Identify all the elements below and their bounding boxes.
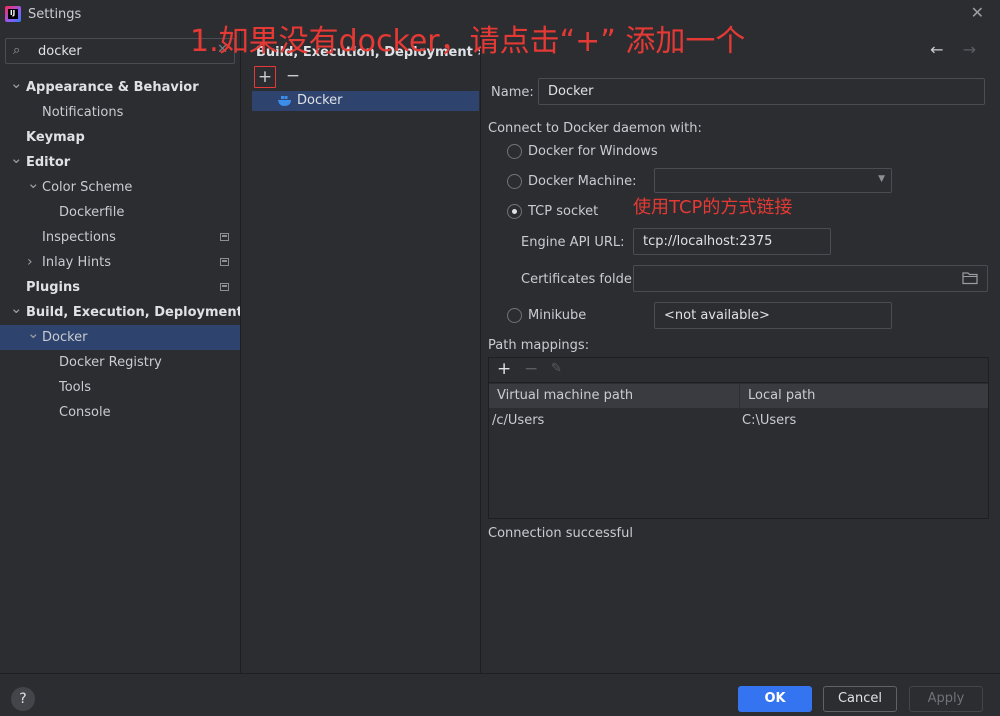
tree-node-label: Plugins	[26, 280, 80, 295]
chevron-down-icon[interactable]: ⌄	[10, 296, 23, 321]
tree-node-label: Inlay Hints	[42, 255, 111, 270]
chevron-down-icon[interactable]: ⌄	[27, 171, 40, 196]
tree-node[interactable]: Plugins	[0, 275, 240, 300]
project-scope-icon	[220, 258, 229, 266]
add-mapping-button[interactable]: +	[497, 359, 511, 379]
path-mappings-toolbar: + − ✎	[489, 358, 988, 383]
path-mappings-table: + − ✎ Virtual machine path Local path /c…	[488, 357, 989, 519]
window-title: Settings	[28, 7, 82, 22]
engine-api-label: Engine API URL:	[521, 235, 625, 250]
close-icon[interactable]: ✕	[971, 3, 984, 22]
chevron-down-icon[interactable]: ⌄	[10, 146, 23, 171]
radio-label-minikube: Minikube	[528, 308, 587, 323]
search-icon: ⌕	[13, 43, 21, 58]
tree-node[interactable]: › Inlay Hints	[0, 250, 240, 275]
path-mappings-label: Path mappings:	[488, 338, 590, 353]
tree-node-label: Dockerfile	[59, 205, 125, 220]
radio-label-machine: Docker Machine:	[528, 174, 637, 189]
tree-node-label: Docker Registry	[59, 355, 162, 370]
chevron-right-icon[interactable]: ›	[27, 250, 33, 275]
cancel-button[interactable]: Cancel	[823, 686, 897, 712]
radio-label-tcp: TCP socket	[528, 204, 599, 219]
remove-mapping-button[interactable]: −	[524, 359, 538, 379]
history-nav: ← →	[916, 40, 976, 59]
tree-node[interactable]: ⌄ Docker	[0, 324, 240, 350]
connection-status: Connection successful	[488, 526, 633, 541]
apply-button[interactable]: Apply	[909, 686, 983, 712]
tree-node-label: Keymap	[26, 130, 85, 145]
forward-arrow-icon[interactable]: →	[963, 40, 976, 59]
cell-vm-path: /c/Users	[492, 413, 545, 428]
app-logo-icon: IJ	[5, 6, 21, 22]
tree-node[interactable]: Inspections	[0, 225, 240, 250]
list-item-label: Docker	[297, 93, 343, 108]
settings-tree: ⌄ Appearance & Behavior Notifications Keyma…	[0, 74, 243, 425]
help-button[interactable]: ?	[11, 687, 35, 711]
tree-node-label: Notifications	[42, 105, 124, 120]
tree-node-label: Build, Execution, Deployment	[26, 305, 243, 320]
tree-node[interactable]: Dockerfile	[0, 200, 240, 225]
connect-label: Connect to Docker daemon with:	[488, 121, 702, 136]
add-button[interactable]: +	[254, 66, 276, 88]
settings-nav: ⌕ ✕ ⌄Appearance & BehaviorNotificationsK…	[0, 30, 243, 673]
annotation-add-docker: 1.如果没有docker，请点击“+” 添加一个	[190, 24, 746, 59]
docker-machine-dropdown[interactable]: ▼	[654, 168, 892, 193]
table-row[interactable]: /c/Users C:\Users	[489, 409, 988, 433]
radio-label-windows: Docker for Windows	[528, 144, 658, 159]
docker-icon	[278, 96, 291, 106]
certificates-label: Certificates folder:	[521, 272, 642, 287]
radio-docker-machine[interactable]	[507, 174, 522, 189]
tree-node[interactable]: Tools	[0, 375, 240, 400]
annotation-tcp: 使用TCP的方式链接	[633, 197, 793, 218]
tree-node-label: Tools	[59, 380, 92, 395]
tree-node-label: Docker	[42, 330, 88, 345]
project-scope-icon	[220, 283, 229, 291]
column-header[interactable]: Virtual machine path	[497, 384, 737, 408]
docker-list-pane: Build, Execution, Deployment › Docker + …	[240, 30, 538, 673]
tree-node[interactable]: Keymap	[0, 125, 240, 150]
docker-config-pane: ← → Name: Docker Connect to Docker daemo…	[480, 30, 1000, 673]
ok-button[interactable]: OK	[738, 686, 812, 712]
project-scope-icon	[220, 233, 229, 241]
table-header: Virtual machine path Local path	[489, 384, 988, 408]
name-label: Name:	[491, 85, 534, 100]
name-field[interactable]: Docker	[538, 78, 985, 105]
tree-node-label: Appearance & Behavior	[26, 80, 199, 95]
radio-docker-for-windows[interactable]	[507, 144, 522, 159]
tree-node-label: Console	[59, 405, 111, 420]
minikube-field[interactable]: <not available>	[654, 302, 892, 329]
list-toolbar: + −	[251, 66, 471, 88]
tree-node[interactable]: ⌄ Appearance & Behavior	[0, 74, 240, 100]
list-item-docker[interactable]: Docker	[252, 91, 479, 111]
radio-tcp-socket[interactable]	[507, 204, 522, 219]
chevron-down-icon[interactable]: ⌄	[27, 321, 40, 346]
cell-local-path: C:\Users	[742, 413, 797, 428]
tree-node[interactable]: ⌄ Color Scheme	[0, 174, 240, 200]
tree-node[interactable]: Docker Registry	[0, 350, 240, 375]
remove-button[interactable]: −	[282, 66, 304, 88]
edit-mapping-icon[interactable]: ✎	[551, 361, 562, 376]
certificates-folder-field[interactable]	[633, 265, 988, 292]
tree-node-label: Inspections	[42, 230, 116, 245]
search-input[interactable]	[38, 42, 213, 60]
chevron-down-icon: ▼	[878, 174, 885, 184]
tree-node[interactable]: Notifications	[0, 100, 240, 125]
folder-icon[interactable]	[962, 271, 978, 285]
radio-minikube[interactable]	[507, 308, 522, 323]
engine-api-url-field[interactable]: tcp://localhost:2375	[633, 228, 831, 255]
dialog-footer: ? OK Cancel Apply	[0, 673, 1000, 716]
chevron-down-icon[interactable]: ⌄	[10, 71, 23, 96]
tree-node[interactable]: Console	[0, 400, 240, 425]
column-header[interactable]: Local path	[739, 384, 989, 408]
back-arrow-icon[interactable]: ←	[930, 40, 943, 59]
tree-node-label: Color Scheme	[42, 180, 133, 195]
